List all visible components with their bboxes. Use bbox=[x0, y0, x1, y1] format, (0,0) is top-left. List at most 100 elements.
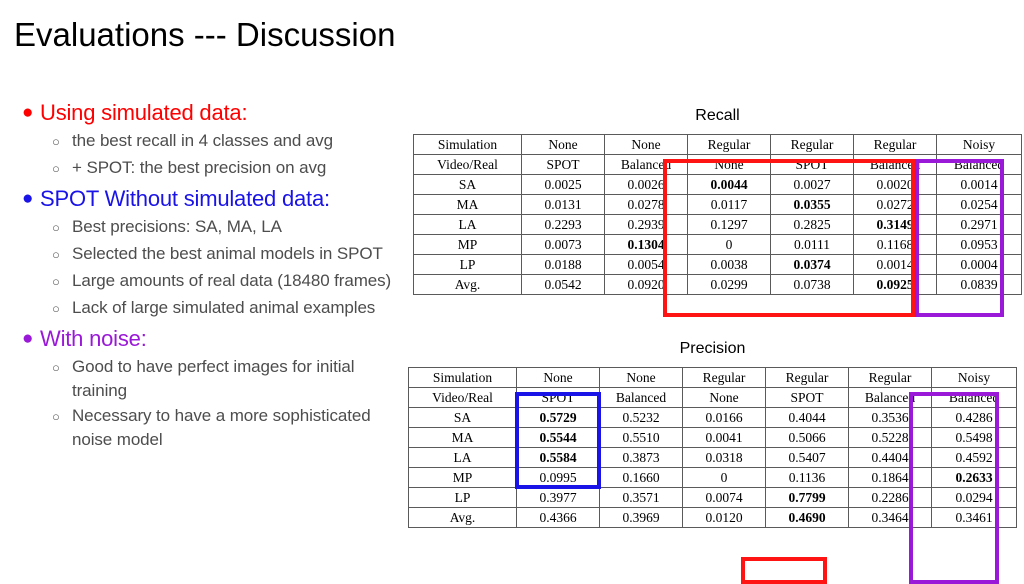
table-header-cell: Regular bbox=[853, 134, 937, 155]
table-cell: 0.0038 bbox=[687, 254, 771, 275]
table-cell: 0.3464 bbox=[848, 507, 932, 528]
table-header-row: Simulation None None Regular Regular Regular N… bbox=[408, 367, 1017, 388]
table-header-cell: Regular bbox=[687, 134, 771, 155]
table-cell: 0.1136 bbox=[765, 467, 849, 488]
table-cell: 0.5729 bbox=[516, 407, 600, 428]
bullet-label-level2: Good to have perfect images for initial … bbox=[72, 357, 355, 400]
bullet-sublist: ○ Good to have perfect images for initial… bbox=[18, 355, 410, 452]
table-header-cell: Simulation bbox=[408, 367, 517, 388]
table-row: LA 0.2293 0.2939 0.1297 0.2825 0.3149 0.2971 bbox=[413, 214, 1022, 235]
recall-table: Simulation None None Regular Regular Regular N… bbox=[413, 134, 1022, 295]
table-cell: 0.3873 bbox=[599, 447, 683, 468]
bullet-label-level1: SPOT Without simulated data: bbox=[40, 186, 330, 211]
table-cell: 0.0026 bbox=[604, 174, 688, 195]
recall-caption: Recall bbox=[695, 107, 740, 124]
table-header-row: Video/Real SPOT Balanced None SPOT Balanced Ba… bbox=[408, 387, 1017, 408]
precision-table: Simulation None None Regular Regular Regular N… bbox=[408, 367, 1017, 528]
table-header-cell: Balanced bbox=[599, 387, 683, 408]
bullet-sublist: ○ Best precisions: SA, MA, LA ○ Selected th… bbox=[18, 215, 410, 322]
highlight-box-avg-regular-spot-precision bbox=[741, 557, 827, 584]
table-cell: 0.5584 bbox=[516, 447, 600, 468]
table-header-cell: SPOT bbox=[770, 154, 854, 175]
table-header-cell: None bbox=[682, 387, 766, 408]
table-cell: 0.0294 bbox=[931, 487, 1017, 508]
table-cell: 0.0920 bbox=[604, 274, 688, 295]
bullet-circle-icon: ○ bbox=[52, 247, 60, 262]
table-cell: 0.0254 bbox=[936, 194, 1022, 215]
table-header-row: Video/Real SPOT Balanced None SPOT Balanced Ba… bbox=[413, 154, 1022, 175]
table-header-cell: Noisy bbox=[936, 134, 1022, 155]
table-cell: 0.5510 bbox=[599, 427, 683, 448]
table-cell: 0.0014 bbox=[936, 174, 1022, 195]
bullet-item-level2: ○ Lack of large simulated animal examples bbox=[46, 296, 410, 322]
table-header-cell: Simulation bbox=[413, 134, 522, 155]
table-cell: 0.0054 bbox=[604, 254, 688, 275]
table-header-row: Simulation None None Regular Regular Regular N… bbox=[413, 134, 1022, 155]
table-header-cell: Balanced bbox=[604, 154, 688, 175]
table-row: MP 0.0995 0.1660 0 0.1136 0.1864 0.2633 bbox=[408, 467, 1017, 488]
table-header-cell: None bbox=[599, 367, 683, 388]
table-cell: 0.2939 bbox=[604, 214, 688, 235]
table-row: MA 0.0131 0.0278 0.0117 0.0355 0.0272 0.0254 bbox=[413, 194, 1022, 215]
table-cell: 0.4286 bbox=[931, 407, 1017, 428]
table-cell: 0.0073 bbox=[521, 234, 605, 255]
table-cell: 0.0014 bbox=[853, 254, 937, 275]
table-header-cell: None bbox=[521, 134, 605, 155]
table-cell: 0.5544 bbox=[516, 427, 600, 448]
table-cell: 0.5228 bbox=[848, 427, 932, 448]
bullet-disc-icon: ● bbox=[22, 328, 34, 349]
table-header-cell: Balanced bbox=[936, 154, 1022, 175]
table-cell: 0.0299 bbox=[687, 274, 771, 295]
bullet-circle-icon: ○ bbox=[52, 409, 60, 424]
table-cell: 0.0004 bbox=[936, 254, 1022, 275]
table-cell: 0.0074 bbox=[682, 487, 766, 508]
table-cell: 0.1168 bbox=[853, 234, 937, 255]
table-header-cell: SPOT bbox=[516, 387, 600, 408]
bullet-label-level1: Using simulated data: bbox=[40, 100, 248, 125]
bullet-label-level1: With noise: bbox=[40, 326, 147, 351]
table-cell: 0.3571 bbox=[599, 487, 683, 508]
table-header-cell: Regular bbox=[765, 367, 849, 388]
table-cell: 0.5498 bbox=[931, 427, 1017, 448]
bullet-item-level1: ● SPOT Without simulated data: bbox=[18, 184, 410, 214]
page-title: Evaluations --- Discussion bbox=[14, 16, 396, 53]
table-cell: 0.0025 bbox=[521, 174, 605, 195]
table-cell: 0.3977 bbox=[516, 487, 600, 508]
bullet-circle-icon: ○ bbox=[52, 274, 60, 289]
bullet-item-level2: ○ + SPOT: the best precision on avg bbox=[46, 156, 410, 182]
table-header-cell: Balanced bbox=[853, 154, 937, 175]
table-row: Avg. 0.0542 0.0920 0.0299 0.0738 0.0925 0.0839 bbox=[413, 274, 1022, 295]
bullet-label-level2: Necessary to have a more sophisticated n… bbox=[72, 406, 371, 449]
bullet-item-level1: ● With noise: bbox=[18, 324, 410, 354]
discussion-bullet-list: ● Using simulated data: ○ the best recall i… bbox=[18, 96, 410, 452]
table-cell: 0.3461 bbox=[931, 507, 1017, 528]
bullet-label-level2: Large amounts of real data (18480 frames… bbox=[72, 271, 392, 290]
recall-table-body: Simulation None None Regular Regular Regular N… bbox=[413, 134, 1022, 295]
table-cell: 0.2286 bbox=[848, 487, 932, 508]
table-cell: 0.0117 bbox=[687, 194, 771, 215]
table-cell: 0.7799 bbox=[765, 487, 849, 508]
table-cell: 0.0272 bbox=[853, 194, 937, 215]
bullet-label-level2: + SPOT: the best precision on avg bbox=[72, 158, 327, 177]
table-header-cell: SPOT bbox=[765, 387, 849, 408]
table-cell: 0.0027 bbox=[770, 174, 854, 195]
table-cell: 0.2825 bbox=[770, 214, 854, 235]
table-cell: 0.4592 bbox=[931, 447, 1017, 468]
table-row-label: SA bbox=[408, 407, 517, 428]
bullet-circle-icon: ○ bbox=[52, 161, 60, 176]
table-cell: 0.0738 bbox=[770, 274, 854, 295]
table-cell: 0.1864 bbox=[848, 467, 932, 488]
table-row: LA 0.5584 0.3873 0.0318 0.5407 0.4404 0.4592 bbox=[408, 447, 1017, 468]
table-header-cell: Regular bbox=[770, 134, 854, 155]
table-header-cell: Noisy bbox=[931, 367, 1017, 388]
table-header-cell: Regular bbox=[682, 367, 766, 388]
table-header-cell: Video/Real bbox=[413, 154, 522, 175]
bullet-item-level1: ● Using simulated data: bbox=[18, 98, 410, 128]
bullet-label-level2: Selected the best animal models in SPOT bbox=[72, 244, 383, 263]
bullet-disc-icon: ● bbox=[22, 102, 34, 123]
table-header-cell: Regular bbox=[848, 367, 932, 388]
table-row: Avg. 0.4366 0.3969 0.0120 0.4690 0.3464 0.3461 bbox=[408, 507, 1017, 528]
bullet-circle-icon: ○ bbox=[52, 220, 60, 235]
bullet-item-level2: ○ Large amounts of real data (18480 frame… bbox=[46, 269, 410, 295]
bullet-label-level2: Lack of large simulated animal examples bbox=[72, 298, 376, 317]
